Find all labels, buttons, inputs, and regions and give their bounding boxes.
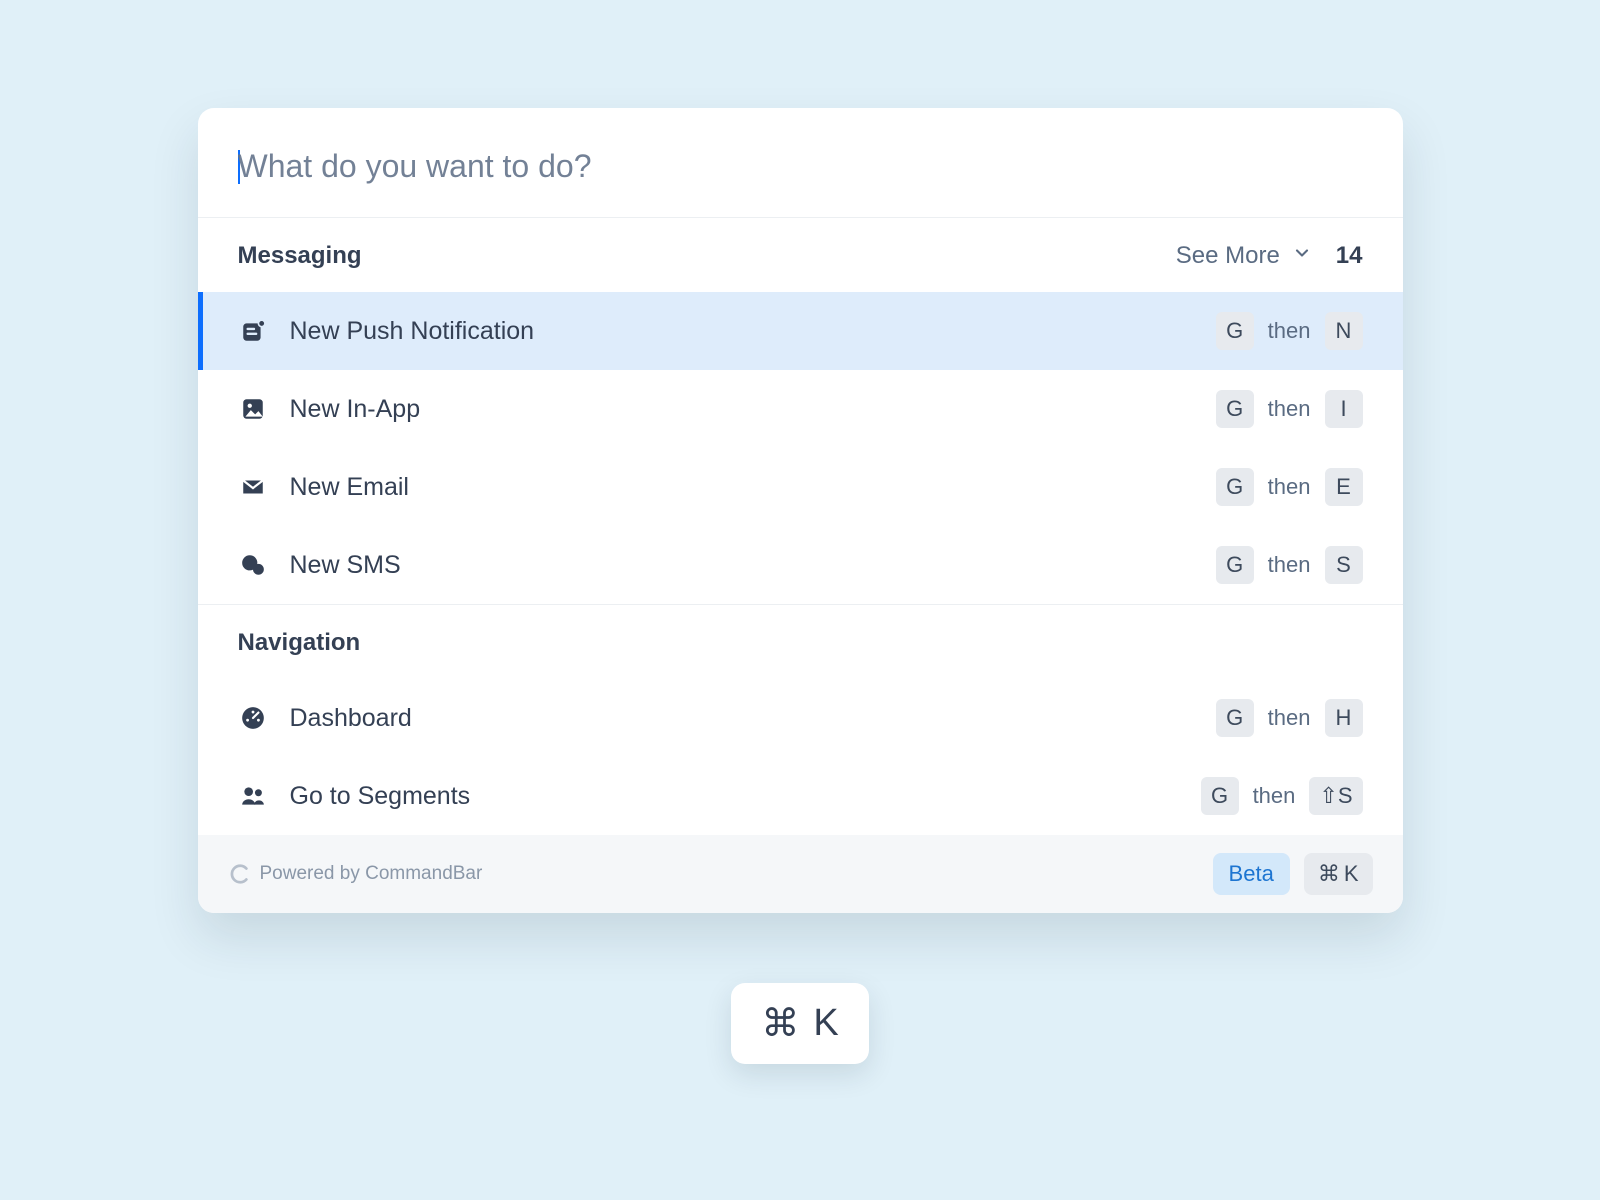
command-item-new-email[interactable]: New Email G then E bbox=[198, 448, 1403, 526]
command-item-dashboard[interactable]: Dashboard G then H bbox=[198, 679, 1403, 757]
shortcut-key: ⇧S bbox=[1309, 777, 1362, 815]
shortcut-key: E bbox=[1325, 468, 1363, 506]
shortcut-key: N bbox=[1325, 312, 1363, 350]
dashboard-icon bbox=[238, 703, 268, 733]
command-item-label: New SMS bbox=[290, 551, 1216, 580]
command-item-label: New Email bbox=[290, 473, 1216, 502]
segments-icon bbox=[238, 781, 268, 811]
shortcut-key: K bbox=[813, 1002, 838, 1045]
section-header-messaging: Messaging See More 14 bbox=[198, 218, 1403, 292]
command-item-go-to-segments[interactable]: Go to Segments G then ⇧S bbox=[198, 757, 1403, 835]
shortcut-key: G bbox=[1201, 777, 1239, 815]
command-palette: Messaging See More 14 New Push Notificat… bbox=[198, 108, 1403, 913]
shortcut-key: G bbox=[1216, 699, 1254, 737]
command-item-label: New In-App bbox=[290, 395, 1216, 424]
shortcut: G then ⇧S bbox=[1201, 777, 1363, 815]
shortcut: G then S bbox=[1216, 546, 1363, 584]
email-icon bbox=[238, 472, 268, 502]
beta-badge[interactable]: Beta bbox=[1213, 853, 1290, 895]
shortcut-key: G bbox=[1216, 312, 1254, 350]
section-title: Navigation bbox=[238, 629, 1363, 657]
in-app-icon bbox=[238, 394, 268, 424]
shortcut-key: G bbox=[1216, 546, 1254, 584]
shortcut: G then I bbox=[1216, 390, 1363, 428]
shortcut-hint: ⌘K bbox=[1304, 853, 1373, 895]
footer-powered-label: Powered by CommandBar bbox=[260, 863, 483, 885]
shortcut-key: G bbox=[1216, 390, 1254, 428]
command-item-label: Dashboard bbox=[290, 704, 1216, 733]
command-item-new-sms[interactable]: New SMS G then S bbox=[198, 526, 1403, 604]
commandbar-logo-icon bbox=[228, 863, 250, 885]
see-more-count: 14 bbox=[1336, 242, 1363, 270]
shortcut-then: then bbox=[1268, 552, 1311, 578]
shortcut: G then E bbox=[1216, 468, 1363, 506]
section-title: Messaging bbox=[238, 242, 1176, 270]
shortcut-key: G bbox=[1216, 468, 1254, 506]
search-input[interactable] bbox=[238, 148, 1363, 185]
shortcut-key: H bbox=[1325, 699, 1363, 737]
floating-shortcut-hint: ⌘ K bbox=[731, 983, 868, 1064]
section-header-navigation: Navigation bbox=[198, 605, 1403, 679]
command-item-label: New Push Notification bbox=[290, 317, 1216, 346]
sms-icon bbox=[238, 550, 268, 580]
shortcut-then: then bbox=[1268, 318, 1311, 344]
command-icon: ⌘ bbox=[1318, 861, 1340, 887]
shortcut-then: then bbox=[1268, 474, 1311, 500]
shortcut: G then N bbox=[1216, 312, 1363, 350]
search-row bbox=[198, 108, 1403, 217]
see-more-label: See More bbox=[1176, 242, 1280, 270]
command-item-new-in-app[interactable]: New In-App G then I bbox=[198, 370, 1403, 448]
chevron-down-icon bbox=[1292, 242, 1312, 270]
command-item-new-push-notification[interactable]: New Push Notification G then N bbox=[198, 292, 1403, 370]
shortcut-key: I bbox=[1325, 390, 1363, 428]
shortcut-then: then bbox=[1253, 783, 1296, 809]
push-notification-icon bbox=[238, 316, 268, 346]
shortcut-then: then bbox=[1268, 396, 1311, 422]
palette-footer: Powered by CommandBar Beta ⌘K bbox=[198, 835, 1403, 913]
shortcut-then: then bbox=[1268, 705, 1311, 731]
command-item-label: Go to Segments bbox=[290, 782, 1201, 811]
see-more-button[interactable]: See More 14 bbox=[1176, 242, 1363, 270]
shortcut-key: K bbox=[1344, 861, 1359, 887]
shortcut-key: S bbox=[1325, 546, 1363, 584]
shortcut: G then H bbox=[1216, 699, 1363, 737]
command-icon: ⌘ bbox=[761, 1001, 799, 1046]
footer-brand: Powered by CommandBar bbox=[228, 863, 1213, 885]
